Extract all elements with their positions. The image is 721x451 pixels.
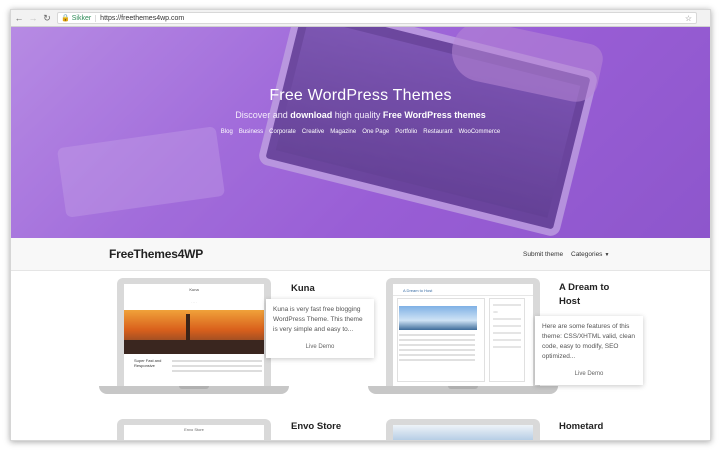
theme-title-hometard[interactable]: Hometard <box>559 420 603 434</box>
preview-site-title: Kuna <box>189 287 199 292</box>
preview-site-title: Envo Store <box>124 425 264 440</box>
hero-title: Free WordPress Themes <box>269 87 452 104</box>
submit-theme-link[interactable]: Submit theme <box>523 251 563 258</box>
hero-banner: Free WordPress Themes Discover and downl… <box>11 27 710 238</box>
tag-creative[interactable]: Creative <box>302 129 324 135</box>
browser-window: ← → ↻ 🔒 Sikker https://freethemes4wp.com… <box>10 9 711 441</box>
secure-label: Sikker <box>72 14 97 22</box>
tag-portfolio[interactable]: Portfolio <box>395 129 417 135</box>
lock-icon: 🔒 <box>61 15 70 22</box>
star-icon[interactable]: ☆ <box>685 14 692 23</box>
preview-photo <box>399 306 477 330</box>
theme-description: Kuna is very fast free blogging WordPres… <box>273 306 363 333</box>
theme-description: Here are some features of this theme: CS… <box>542 323 635 360</box>
tag-magazine[interactable]: Magazine <box>330 129 356 135</box>
forward-arrow-icon[interactable]: → <box>27 12 39 24</box>
back-arrow-icon[interactable]: ← <box>13 12 25 24</box>
preview-site-title: A Dream to Host <box>393 284 533 296</box>
address-bar[interactable]: 🔒 Sikker https://freethemes4wp.com ☆ <box>57 12 697 24</box>
reload-icon[interactable]: ↻ <box>41 12 53 24</box>
preview-photo <box>124 310 264 354</box>
live-demo-link[interactable]: Live Demo <box>542 369 636 379</box>
caret-down-icon: ▼ <box>604 252 610 258</box>
hero-subtitle: Discover and download high quality Free … <box>235 110 486 120</box>
hero-content: Free WordPress Themes Discover and downl… <box>11 87 710 135</box>
tag-corporate[interactable]: Corporate <box>269 129 296 135</box>
preview-post-title: Super Fast and Responsive <box>134 358 162 368</box>
theme-title-kuna[interactable]: Kuna <box>291 282 315 296</box>
theme-title-dream-to-host[interactable]: A Dream to Host <box>559 281 629 309</box>
theme-title-envo-store[interactable]: Envo Store <box>291 420 341 434</box>
live-demo-link[interactable]: Live Demo <box>273 342 367 352</box>
tag-blog[interactable]: Blog <box>221 129 233 135</box>
browser-toolbar: ← → ↻ 🔒 Sikker https://freethemes4wp.com… <box>11 10 710 27</box>
categories-dropdown[interactable]: Categories ▼ <box>571 251 609 258</box>
tag-one-page[interactable]: One Page <box>362 129 389 135</box>
tag-woocommerce[interactable]: WooCommerce <box>459 129 501 135</box>
theme-preview-hometard[interactable] <box>386 419 540 440</box>
tag-business[interactable]: Business <box>239 129 263 135</box>
url-text[interactable]: https://freethemes4wp.com <box>100 15 184 22</box>
tag-restaurant[interactable]: Restaurant <box>423 129 452 135</box>
theme-popup-dream-to-host: Here are some features of this theme: CS… <box>535 316 643 385</box>
theme-preview-envo-store[interactable]: Envo Store <box>117 419 271 440</box>
site-navbar: FreeThemes4WP Submit theme Categories ▼ <box>11 238 710 271</box>
hero-category-tags: Blog Business Corporate Creative Magazin… <box>11 129 710 135</box>
theme-popup-kuna: Kuna is very fast free blogging WordPres… <box>266 299 374 358</box>
site-logo[interactable]: FreeThemes4WP <box>109 247 203 261</box>
